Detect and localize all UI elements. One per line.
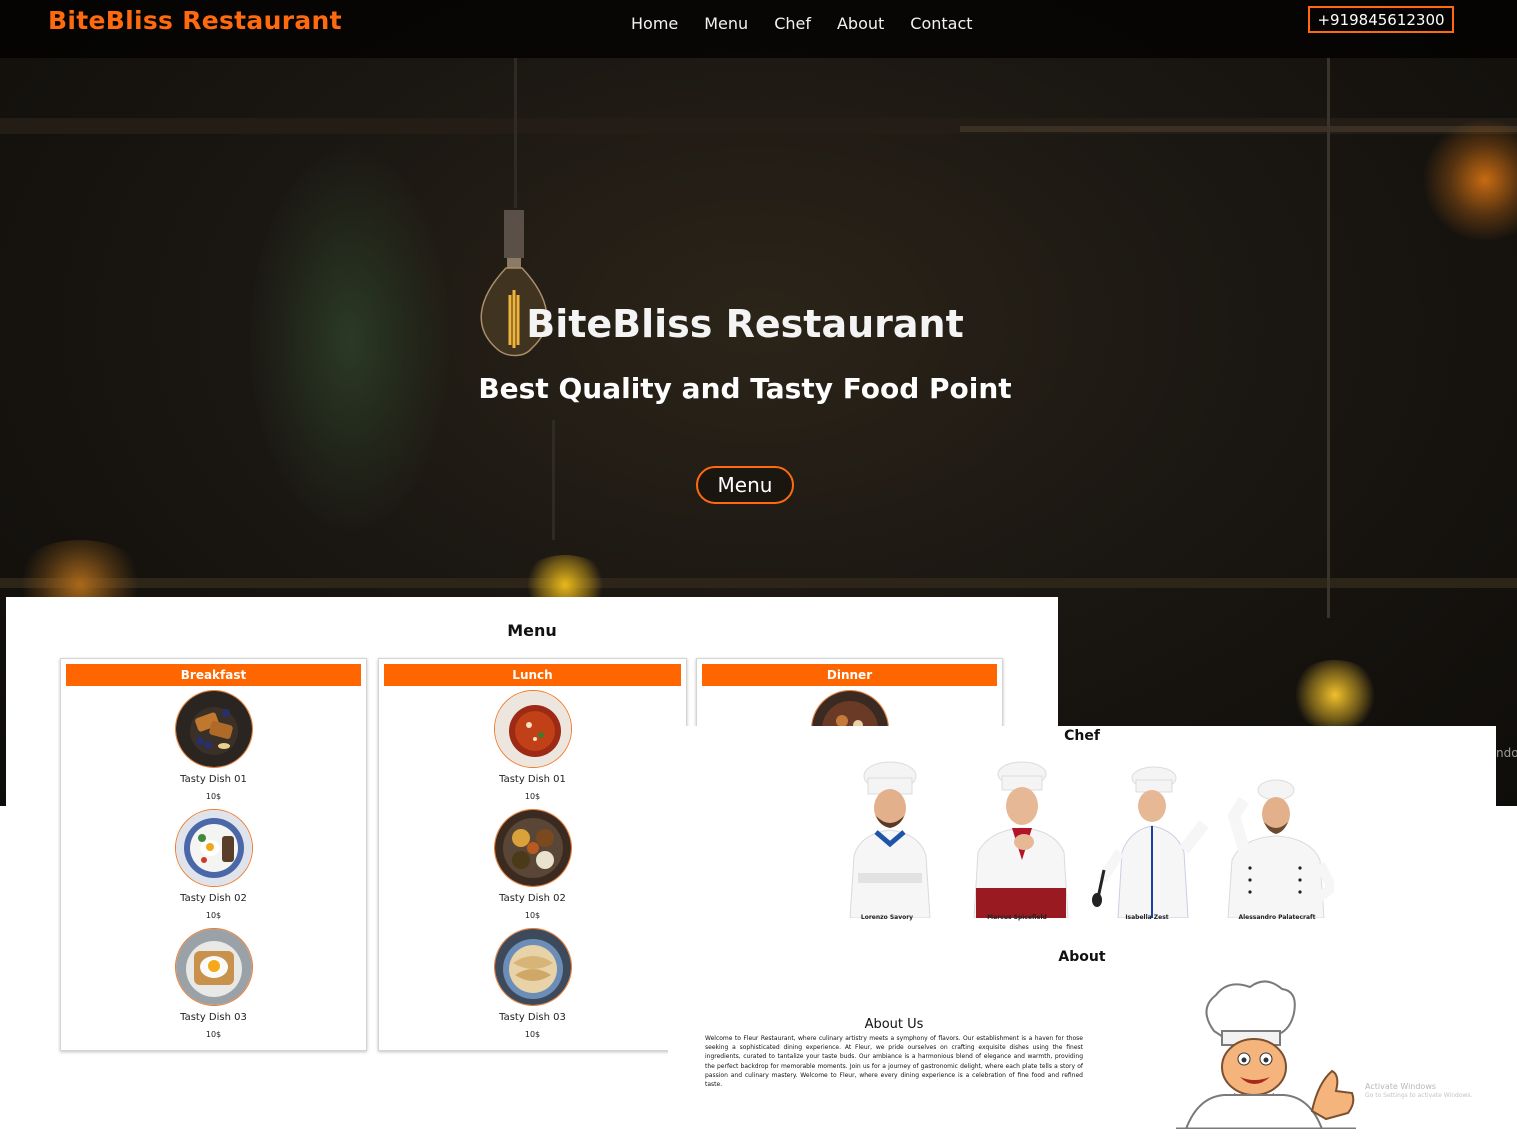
lamp-glow	[1420, 120, 1517, 240]
main-nav: Home Menu Chef About Contact	[631, 14, 999, 33]
chef-name: Isabella Zest	[1125, 914, 1169, 921]
about-title: About	[1058, 949, 1106, 965]
dish-price: 10$	[205, 792, 222, 801]
dish-name: Tasty Dish 01	[499, 774, 566, 785]
dish-image	[174, 928, 253, 1006]
phone-button[interactable]: +919845612300	[1308, 6, 1454, 33]
chef-photo	[1092, 766, 1208, 918]
dish-item[interactable]: Tasty Dish 01 10$	[379, 686, 686, 805]
about-text: Welcome to Fleur Restaurant, where culin…	[705, 1035, 1083, 1089]
ceiling-beam	[0, 578, 1517, 588]
lamp-wire	[552, 420, 555, 540]
chef-photo	[973, 761, 1069, 918]
lamp-glow	[1290, 660, 1380, 730]
nav-chef[interactable]: Chef	[774, 14, 811, 33]
dish-item[interactable]: Tasty Dish 02 10$	[379, 805, 686, 924]
menu-card-breakfast: Breakfast Tasty Dish 01 10$ Tasty Dish 0…	[60, 658, 367, 1051]
card-header: Breakfast	[66, 664, 361, 686]
dish-price: 10$	[524, 792, 541, 801]
activate-hint: Go to Settings to activate Windows.	[1365, 1092, 1473, 1099]
card-header: Lunch	[384, 664, 681, 686]
menu-card-lunch: Lunch Tasty Dish 01 10$ Tasty Dish 02 10…	[378, 658, 687, 1051]
dish-item[interactable]: Tasty Dish 02 10$	[61, 805, 366, 924]
nav-contact[interactable]: Contact	[910, 14, 972, 33]
chef-photo	[849, 761, 931, 918]
dish-image	[493, 690, 572, 768]
navbar: BiteBliss Restaurant Home Menu Chef Abou…	[0, 0, 1517, 58]
dish-price: 10$	[205, 1030, 222, 1039]
chef-name: Alessandro Palatecraft	[1238, 914, 1316, 921]
card-header: Dinner	[702, 664, 997, 686]
dish-item[interactable]: Tasty Dish 03 10$	[61, 924, 366, 1043]
chef-title: Chef	[1064, 728, 1100, 744]
dish-price: 10$	[524, 911, 541, 920]
activate-title: Activate Windows	[1365, 1082, 1437, 1091]
dish-name: Tasty Dish 03	[499, 1012, 566, 1023]
about-subtitle: About Us	[864, 1017, 924, 1032]
dish-image	[174, 809, 253, 887]
nav-about[interactable]: About	[837, 14, 884, 33]
dish-image	[174, 690, 253, 768]
nav-home[interactable]: Home	[631, 14, 678, 33]
hero-subtitle: Best Quality and Tasty Food Point	[478, 372, 1012, 405]
windows-activation-watermark: Activate Windows Go to Settings to activ…	[1365, 1082, 1472, 1099]
dish-price: 10$	[524, 1030, 541, 1039]
dish-name: Tasty Dish 02	[180, 893, 247, 904]
dish-name: Tasty Dish 02	[499, 893, 566, 904]
chef-name: Marcus Spicefield	[987, 914, 1047, 921]
menu-title: Menu	[507, 621, 557, 640]
dish-image	[493, 809, 572, 887]
dish-name: Tasty Dish 01	[180, 774, 247, 785]
nav-menu[interactable]: Menu	[704, 14, 748, 33]
dish-name: Tasty Dish 03	[180, 1012, 247, 1023]
dish-item[interactable]: Tasty Dish 01 10$	[61, 686, 366, 805]
lamp-wire	[514, 58, 517, 208]
ceiling-beam	[960, 126, 1517, 132]
brand-logo[interactable]: BiteBliss Restaurant	[48, 6, 342, 35]
dish-item[interactable]: Tasty Dish 03 10$	[379, 924, 686, 1043]
dish-price: 10$	[205, 911, 222, 920]
chef-photo	[1227, 779, 1334, 918]
dish-image	[493, 928, 572, 1006]
hero-title: BiteBliss Restaurant	[526, 302, 964, 346]
hero-menu-button[interactable]: Menu	[696, 466, 794, 504]
chef-about-section: Chef Lorenzo Savory Marcus Spicefield Is…	[668, 726, 1496, 1138]
chef-mascot-icon	[1176, 980, 1356, 1129]
windows-watermark-edge: ndo	[1496, 746, 1517, 760]
chef-name: Lorenzo Savory	[860, 914, 914, 921]
